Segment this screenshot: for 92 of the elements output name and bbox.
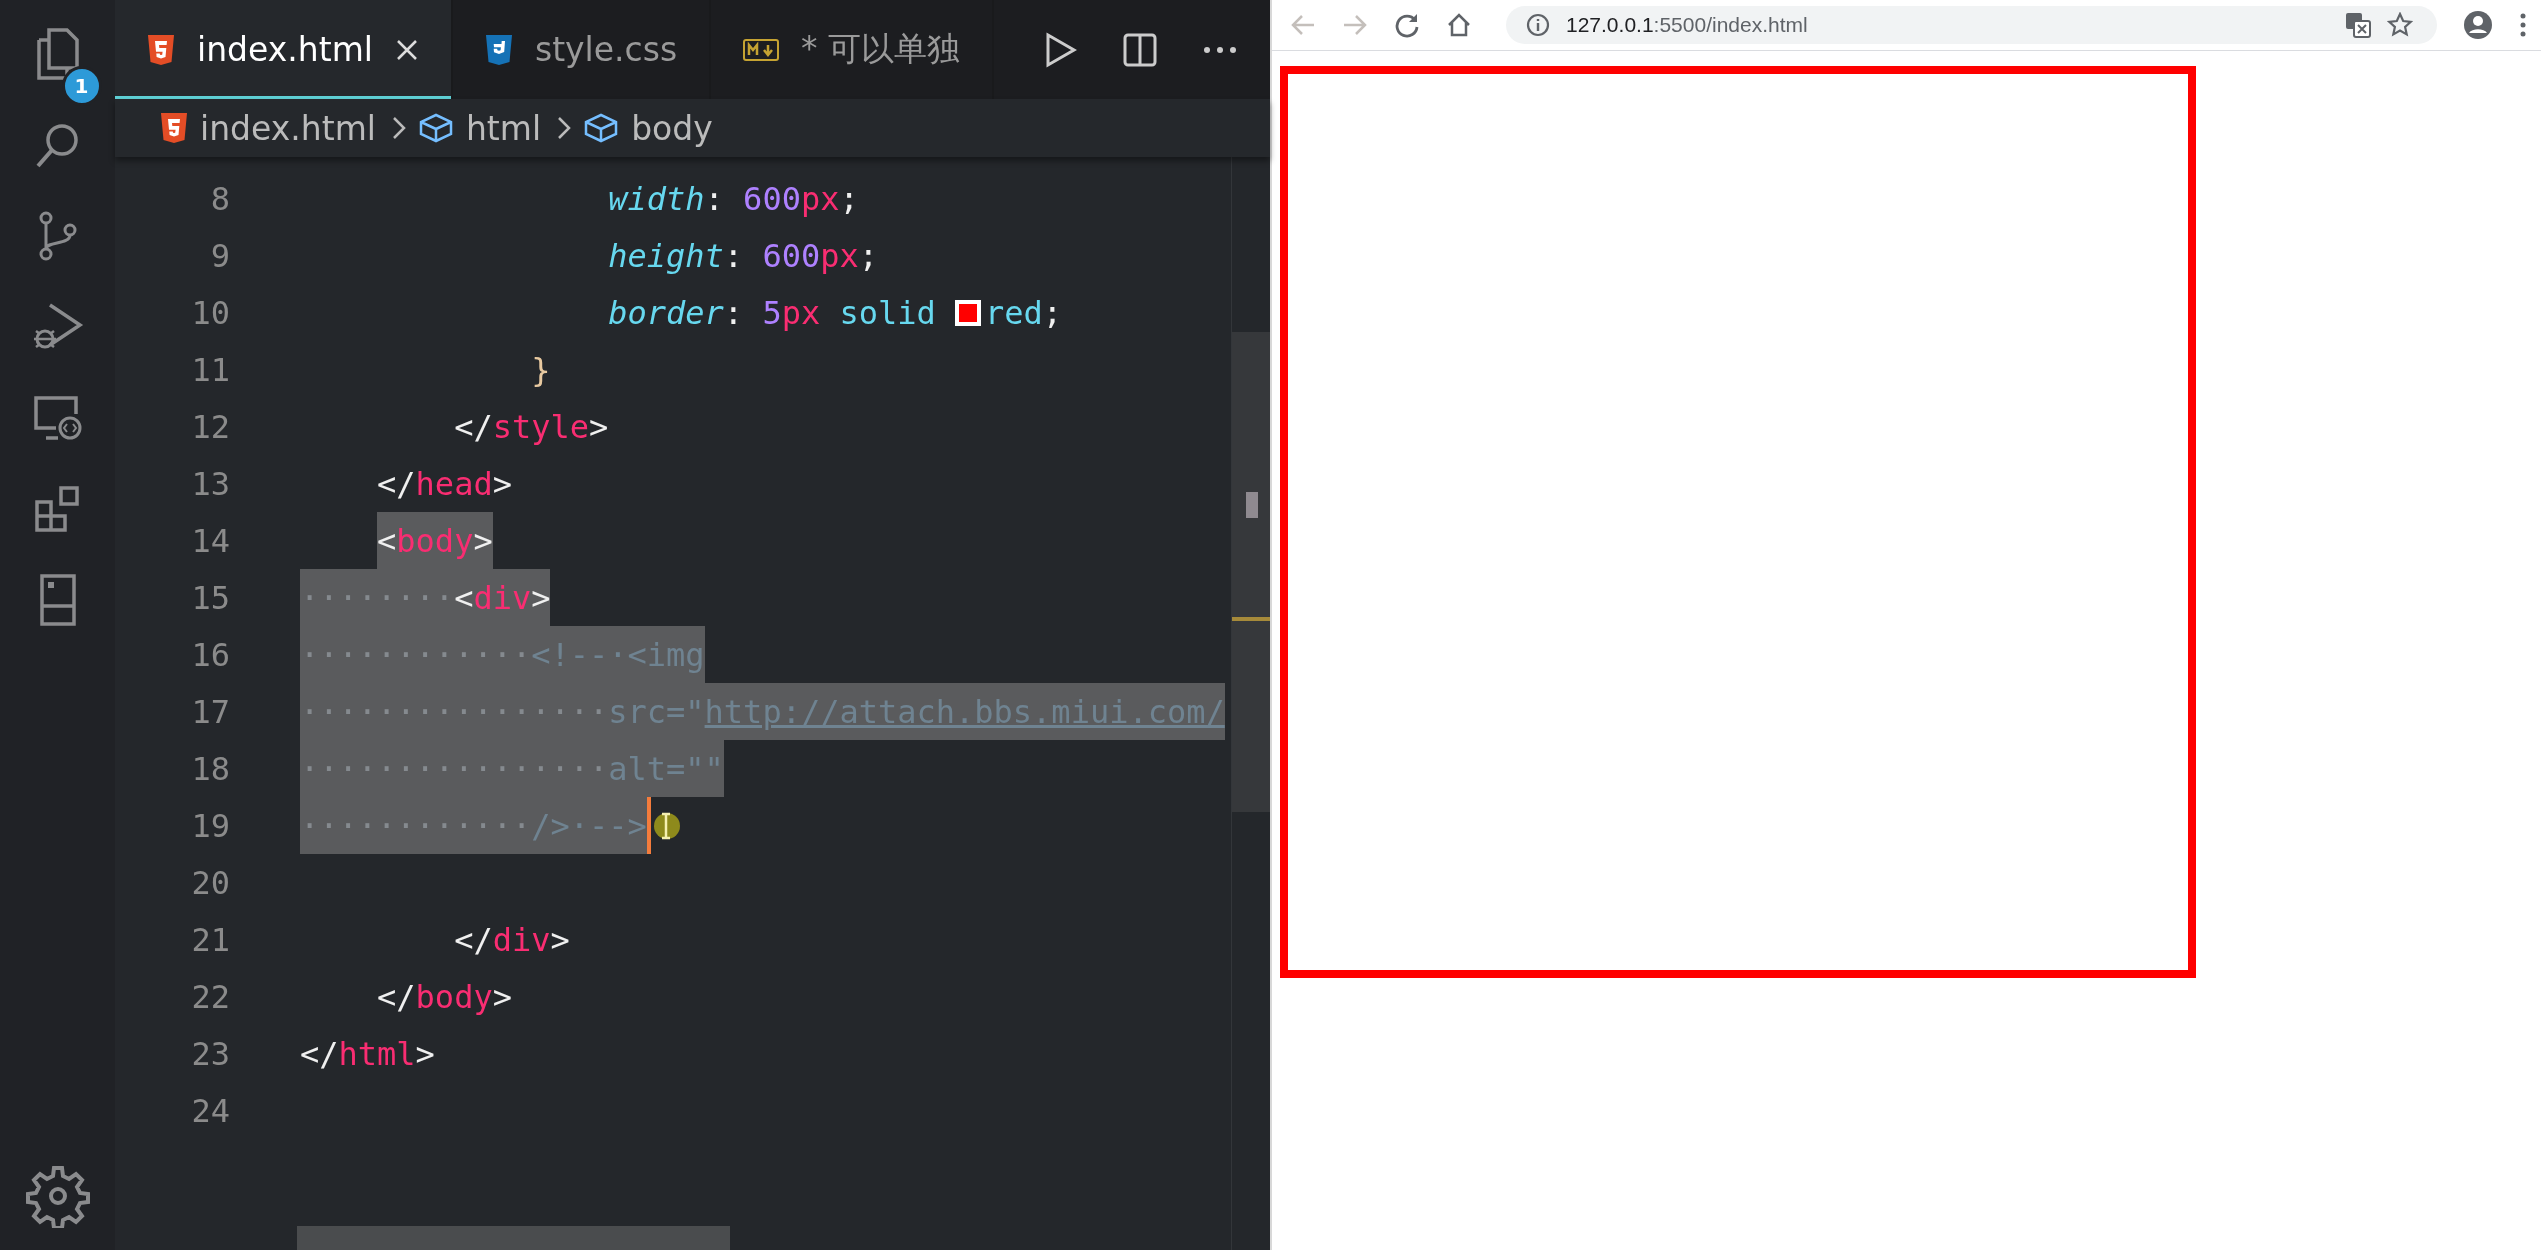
line-number: 11 <box>190 350 230 389</box>
css-unit: px <box>781 293 821 332</box>
cube-icon <box>583 113 620 143</box>
line-number: 19 <box>190 806 230 845</box>
css-property: height <box>608 236 724 275</box>
text-cursor <box>646 797 651 854</box>
code-punctuation: </ <box>300 1034 339 1073</box>
editor-tab[interactable]: index.html <box>115 0 453 99</box>
css-number: 5 <box>762 293 782 332</box>
code-punctuation: </ <box>377 977 416 1016</box>
code-punctuation: ; <box>839 179 859 218</box>
tag-name: body <box>415 977 493 1016</box>
css-property: border <box>608 293 724 332</box>
code-punctuation: : <box>704 179 725 218</box>
code-punctuation: > <box>589 407 609 446</box>
code-punctuation: > <box>492 977 512 1016</box>
line-number: 21 <box>190 920 230 959</box>
home-icon[interactable] <box>1446 12 1472 38</box>
css-number: 600 <box>762 236 821 275</box>
cube-icon <box>417 113 454 143</box>
line-number: 23 <box>190 1034 230 1073</box>
code-comment: />·--> <box>531 806 647 845</box>
line-number: 20 <box>190 863 230 902</box>
css-unit: px <box>800 179 840 218</box>
line-number: 9 <box>209 236 230 275</box>
line-number: 16 <box>190 635 230 674</box>
whitespace-dots: ············ <box>300 806 532 845</box>
close-icon[interactable] <box>394 37 419 62</box>
breadcrumb-item[interactable]: body <box>631 108 713 148</box>
whitespace-dots: ············ <box>300 635 532 674</box>
more-actions-icon[interactable] <box>1202 44 1238 55</box>
scrollbar-marker <box>1246 492 1258 518</box>
line-number: 24 <box>190 1091 230 1130</box>
notification-badge: 1 <box>61 66 102 106</box>
line-number: 14 <box>190 521 230 560</box>
horizontal-scrollbar[interactable] <box>297 1226 730 1250</box>
menu-icon[interactable] <box>2519 12 2527 38</box>
code-punctuation: > <box>415 1034 435 1073</box>
css-value: solid <box>838 293 937 332</box>
breadcrumb-item[interactable]: html <box>465 108 542 148</box>
code-brace: } <box>531 350 551 389</box>
html-file-icon <box>147 33 175 66</box>
line-number: 22 <box>190 977 230 1016</box>
code-punctuation: > <box>550 920 570 959</box>
code-punctuation: : <box>723 236 745 275</box>
tag-name: body <box>396 521 474 560</box>
code-punctuation: > <box>531 578 551 617</box>
star-icon[interactable] <box>2387 12 2413 38</box>
scrollbar-thumb[interactable] <box>1232 332 1270 812</box>
code-punctuation: </ <box>377 464 416 503</box>
code-punctuation: < <box>377 521 397 560</box>
code-punctuation: </ <box>454 407 493 446</box>
breadcrumb-item[interactable]: index.html <box>200 108 376 148</box>
tag-name: head <box>415 464 493 503</box>
css-property: width <box>608 179 705 218</box>
css-number: 600 <box>743 179 801 218</box>
settings-icon[interactable] <box>25 1164 90 1228</box>
translate-icon[interactable] <box>2345 12 2371 38</box>
tag-name: style <box>492 407 589 446</box>
markdown-file-icon <box>743 37 780 62</box>
info-icon[interactable] <box>1526 13 1550 37</box>
whitespace-dots: ········ <box>300 578 455 617</box>
css-unit: px <box>820 236 859 275</box>
line-number: 17 <box>190 692 230 731</box>
code-punctuation: : <box>723 293 745 332</box>
address-bar[interactable]: 127.0.0.1:5500/index.html <box>1506 6 2437 44</box>
code-punctuation: < <box>454 578 474 617</box>
whitespace-dots: ················ <box>300 749 609 788</box>
avatar-icon[interactable] <box>2463 10 2493 40</box>
css-file-icon <box>484 33 513 66</box>
css-value: red <box>985 293 1043 332</box>
code-punctuation: > <box>473 521 493 560</box>
code-punctuation: ; <box>858 236 878 275</box>
line-number: 10 <box>190 293 230 332</box>
split-editor-icon[interactable] <box>1122 31 1158 68</box>
line-number: 12 <box>190 407 230 446</box>
tag-name: div <box>492 920 551 959</box>
code-punctuation: > <box>492 464 512 503</box>
chevron-right-icon <box>557 116 572 140</box>
tag-name: div <box>473 578 532 617</box>
color-swatch[interactable] <box>955 299 982 326</box>
code-punctuation: ; <box>1042 293 1063 332</box>
line-number: 8 <box>209 179 230 218</box>
tag-name: html <box>338 1034 416 1073</box>
chevron-right-icon <box>391 116 406 140</box>
whitespace-dots: ················ <box>300 692 609 731</box>
line-number: 15 <box>190 578 230 617</box>
reload-icon[interactable] <box>1394 12 1420 38</box>
html-file-icon <box>160 112 188 144</box>
line-number: 18 <box>190 749 230 788</box>
line-number: 13 <box>190 464 230 503</box>
code-punctuation: </ <box>454 920 493 959</box>
